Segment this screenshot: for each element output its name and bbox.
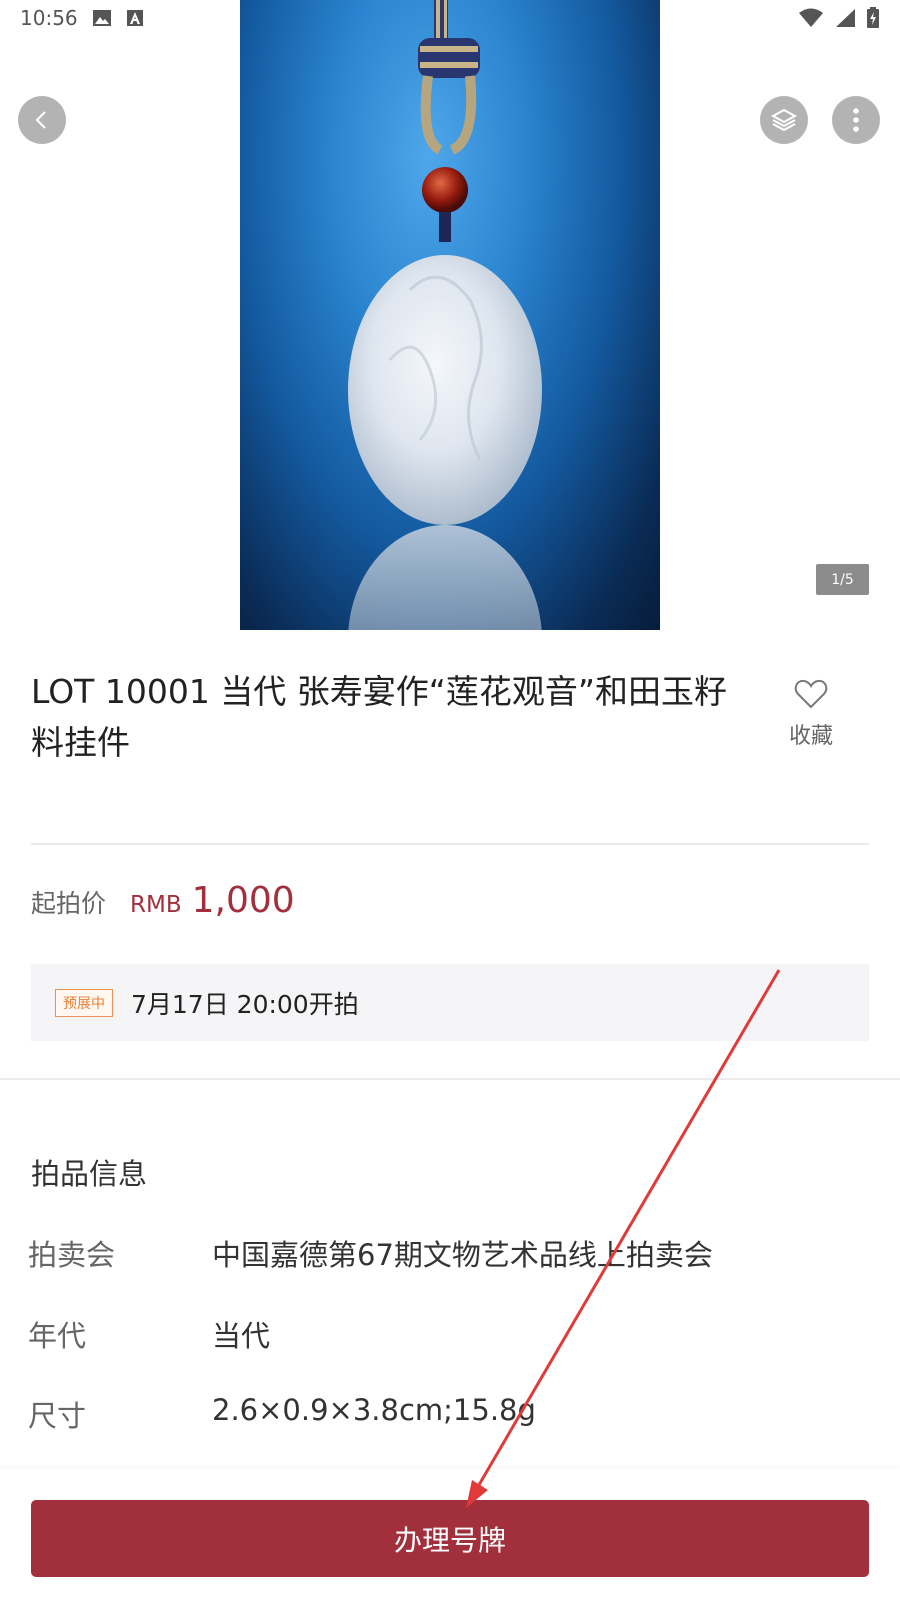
heart-icon [794,679,828,709]
image-icon [92,10,111,26]
divider [31,843,869,845]
product-image[interactable] [240,0,660,630]
info-row-size: 尺寸 2.6×0.9×3.8cm;15.8g [28,1393,536,1435]
lot-title: LOT 10001 当代 张寿宴作“莲花观音”和田玉籽料挂件 [31,672,727,762]
status-bar: 10:56 [0,0,900,36]
back-button[interactable] [18,96,66,144]
more-button[interactable] [832,96,880,144]
status-badge: 预展中 [55,988,113,1017]
info-label: 年代 [28,1319,87,1353]
layers-button[interactable] [760,96,808,144]
signal-icon [836,9,855,27]
image-counter: 1/5 [816,564,869,595]
image-gallery[interactable]: 1/5 [0,0,900,630]
section-title: 拍品信息 [31,1157,148,1191]
auction-schedule: 预展中 7月17日 20:00开拍 [31,964,869,1041]
status-time: 10:56 [20,6,78,30]
info-label: 拍卖会 [28,1238,116,1272]
section-divider [0,1078,900,1080]
info-value: 2.6×0.9×3.8cm;15.8g [212,1393,536,1427]
battery-icon [867,7,879,28]
wifi-icon [799,8,823,27]
register-paddle-button[interactable]: 办理号牌 [31,1500,869,1577]
info-label: 尺寸 [28,1399,87,1433]
info-value: 中国嘉德第67期文物艺术品线上拍卖会 [212,1238,713,1272]
info-row-auction: 拍卖会 中国嘉德第67期文物艺术品线上拍卖会 [28,1232,713,1274]
price-value: 1,000 [191,880,295,921]
info-row-era: 年代 当代 [28,1313,270,1355]
starting-price: 起拍价 RMB 1,000 [31,880,295,921]
favorite-button[interactable]: 收藏 [780,678,842,750]
price-currency: RMB [130,892,182,918]
chevron-left-icon [35,111,46,129]
schedule-text: 7月17日 20:00开拍 [131,989,359,1019]
info-value: 当代 [212,1319,271,1353]
layers-icon [770,108,798,132]
more-vertical-icon [853,108,859,132]
a-icon [126,10,143,26]
price-label: 起拍价 [31,889,107,918]
favorite-label: 收藏 [788,724,833,749]
